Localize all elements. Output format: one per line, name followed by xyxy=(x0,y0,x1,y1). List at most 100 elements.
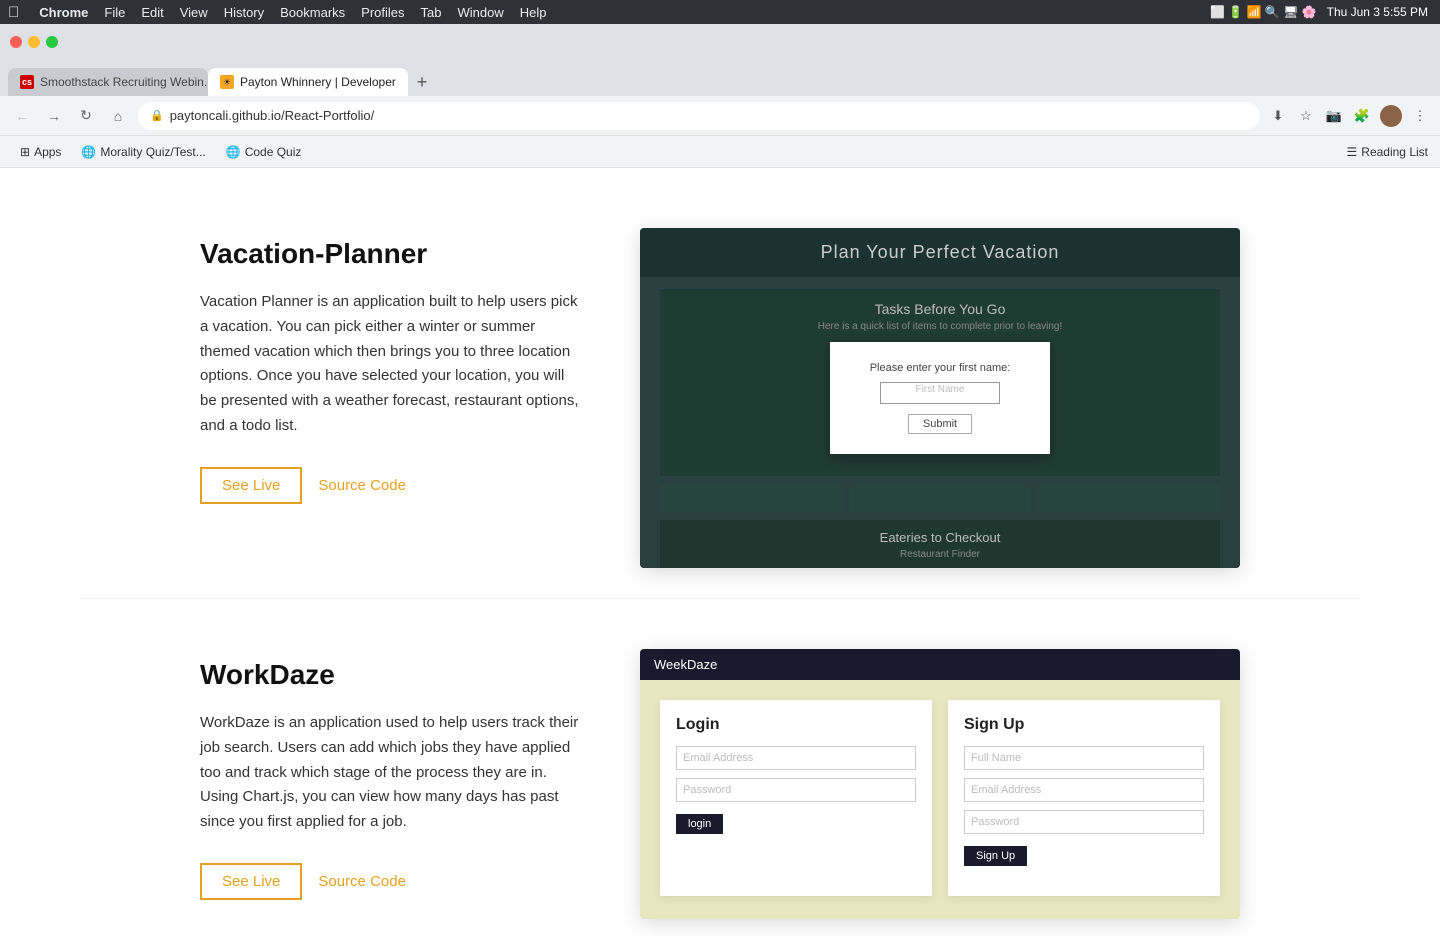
vp-eateries-title: Eateries to Checkout xyxy=(670,530,1210,545)
vacation-links: See Live Source Code xyxy=(200,467,580,504)
menubar-tab[interactable]: Tab xyxy=(421,5,442,20)
reading-list-icon: ☰ xyxy=(1347,145,1358,159)
menubar-chrome[interactable]: Chrome xyxy=(39,5,88,20)
wd-login-title: Login xyxy=(676,716,916,734)
menubar-view[interactable]: View xyxy=(180,5,208,20)
vp-form-label: Please enter your first name: xyxy=(850,362,1030,374)
vp-form-modal: Please enter your first name: First Name… xyxy=(830,342,1050,454)
vp-btn-2 xyxy=(849,484,1030,512)
bookmark-icon[interactable]: ☆ xyxy=(1296,106,1316,126)
workdaze-see-live-button[interactable]: See Live xyxy=(200,863,302,900)
codequiz-icon: 🌐 xyxy=(226,145,241,159)
maximize-button[interactable] xyxy=(46,36,58,48)
tab-payton[interactable]: ☀ Payton Whinnery | Developer ✕ xyxy=(208,68,408,96)
wd-login-password[interactable]: Password xyxy=(676,778,916,802)
address-bar[interactable]: 🔒 paytoncali.github.io/React-Portfolio/ xyxy=(138,102,1260,130)
menubar-edit[interactable]: Edit xyxy=(141,5,163,20)
tab-label-payton: Payton Whinnery | Developer xyxy=(240,75,396,89)
bookmark-morality[interactable]: 🌐 Morality Quiz/Test... xyxy=(73,143,213,161)
vp-tasks-subtitle: Here is a quick list of items to complet… xyxy=(672,321,1208,332)
menubar-help[interactable]: Help xyxy=(520,5,547,20)
workdaze-source-code-link[interactable]: Source Code xyxy=(318,873,406,890)
vp-app: Plan Your Perfect Vacation Tasks Before … xyxy=(640,228,1240,568)
morality-icon: 🌐 xyxy=(81,145,96,159)
vp-tasks-card: Tasks Before You Go Here is a quick list… xyxy=(660,289,1220,476)
menubar-time: Thu Jun 3 5:55 PM xyxy=(1327,5,1428,19)
bookmark-morality-label: Morality Quiz/Test... xyxy=(100,145,205,159)
traffic-lights xyxy=(10,36,58,48)
close-button[interactable] xyxy=(10,36,22,48)
vacation-desc: Vacation Planner is an application built… xyxy=(200,290,580,439)
wd-login-email[interactable]: Email Address xyxy=(676,746,916,770)
avatar-icon[interactable] xyxy=(1380,105,1402,127)
vacation-see-live-button[interactable]: See Live xyxy=(200,467,302,504)
minimize-button[interactable] xyxy=(28,36,40,48)
bookmark-codequiz[interactable]: 🌐 Code Quiz xyxy=(218,143,310,161)
wd-signup-email[interactable]: Email Address xyxy=(964,778,1204,802)
menubar:  Chrome File Edit View History Bookmark… xyxy=(0,0,1440,24)
vp-form-submit[interactable]: Submit xyxy=(908,414,972,434)
apps-icon: ⊞ xyxy=(20,145,30,159)
wd-signup-button[interactable]: Sign Up xyxy=(964,846,1027,866)
vp-body: Tasks Before You Go Here is a quick list… xyxy=(640,277,1240,568)
chrome-titlebar xyxy=(0,24,1440,60)
download-icon[interactable]: ⬇ xyxy=(1268,106,1288,126)
addressbar: ← → ↻ ⌂ 🔒 paytoncali.github.io/React-Por… xyxy=(0,96,1440,136)
wd-signup-password[interactable]: Password xyxy=(964,810,1204,834)
vacation-title: Vacation-Planner xyxy=(200,238,580,270)
tab-smoothstack[interactable]: cs Smoothstack Recruiting Webin... ✕ xyxy=(8,68,208,96)
menubar-icons: ⬜ 🔋 📶 🔍 🖥 🌸 xyxy=(1210,5,1317,19)
vp-btn-1 xyxy=(660,484,841,512)
wd-app: WeekDaze Login Email Address Password lo… xyxy=(640,649,1240,919)
back-button[interactable]: ← xyxy=(10,104,34,128)
lock-icon: 🔒 xyxy=(150,109,164,122)
menubar-bookmarks[interactable]: Bookmarks xyxy=(280,5,345,20)
new-tab-button[interactable]: + xyxy=(408,68,436,96)
vacation-info: Vacation-Planner Vacation Planner is an … xyxy=(200,228,580,504)
menubar-file[interactable]: File xyxy=(104,5,125,20)
bookmark-codequiz-label: Code Quiz xyxy=(245,145,302,159)
bookmark-apps-label: Apps xyxy=(34,145,61,159)
wd-login-card: Login Email Address Password login xyxy=(660,700,932,896)
vp-btn-3 xyxy=(1039,484,1220,512)
bookmark-apps[interactable]: ⊞ Apps xyxy=(12,143,69,161)
vp-dots: ••• xyxy=(670,564,1210,568)
reading-list[interactable]: ☰ Reading List xyxy=(1347,145,1428,159)
menubar-history[interactable]: History xyxy=(224,5,264,20)
section-divider xyxy=(80,598,1360,599)
wd-signup-fullname[interactable]: Full Name xyxy=(964,746,1204,770)
vp-tasks-title: Tasks Before You Go xyxy=(672,301,1208,317)
screenshot-icon[interactable]: 📷 xyxy=(1324,106,1344,126)
apple-menu[interactable]:  xyxy=(8,4,19,21)
menubar-window[interactable]: Window xyxy=(458,5,504,20)
bookmarks-bar: ⊞ Apps 🌐 Morality Quiz/Test... 🌐 Code Qu… xyxy=(0,136,1440,168)
vp-header: Plan Your Perfect Vacation xyxy=(640,228,1240,277)
wd-header: WeekDaze xyxy=(640,649,1240,680)
project-section-workdaze: WorkDaze WorkDaze is an application used… xyxy=(120,619,1320,936)
page-content: Vacation-Planner Vacation Planner is an … xyxy=(0,168,1440,936)
wd-signup-card: Sign Up Full Name Email Address Password… xyxy=(948,700,1220,896)
workdaze-screenshot: WeekDaze Login Email Address Password lo… xyxy=(640,649,1240,919)
home-button[interactable]: ⌂ xyxy=(106,104,130,128)
vp-eateries: Eateries to Checkout Restaurant Finder •… xyxy=(660,520,1220,568)
workdaze-info: WorkDaze WorkDaze is an application used… xyxy=(200,649,580,900)
menu-icon[interactable]: ⋮ xyxy=(1410,106,1430,126)
vp-form-input: First Name xyxy=(880,382,1000,404)
address-right-icons: ⬇ ☆ 📷 🧩 ⋮ xyxy=(1268,105,1430,127)
tab-favicon-payton: ☀ xyxy=(220,75,234,89)
tab-label-smoothstack: Smoothstack Recruiting Webin... xyxy=(40,75,208,89)
reading-list-label: Reading List xyxy=(1361,145,1428,159)
menubar-right: ⬜ 🔋 📶 🔍 🖥 🌸 Thu Jun 3 5:55 PM xyxy=(1210,5,1428,19)
wd-signup-title: Sign Up xyxy=(964,716,1204,734)
vacation-source-code-link[interactable]: Source Code xyxy=(318,477,406,494)
wd-login-button[interactable]: login xyxy=(676,814,723,834)
tabs-bar: cs Smoothstack Recruiting Webin... ✕ ☀ P… xyxy=(0,60,1440,96)
url-text: paytoncali.github.io/React-Portfolio/ xyxy=(170,108,375,123)
extensions-icon[interactable]: 🧩 xyxy=(1352,106,1372,126)
refresh-button[interactable]: ↻ xyxy=(74,104,98,128)
vp-btn-row xyxy=(640,476,1240,520)
forward-button[interactable]: → xyxy=(42,104,66,128)
vacation-screenshot: Plan Your Perfect Vacation Tasks Before … xyxy=(640,228,1240,568)
menubar-profiles[interactable]: Profiles xyxy=(361,5,404,20)
project-section-vacation: Vacation-Planner Vacation Planner is an … xyxy=(120,198,1320,598)
